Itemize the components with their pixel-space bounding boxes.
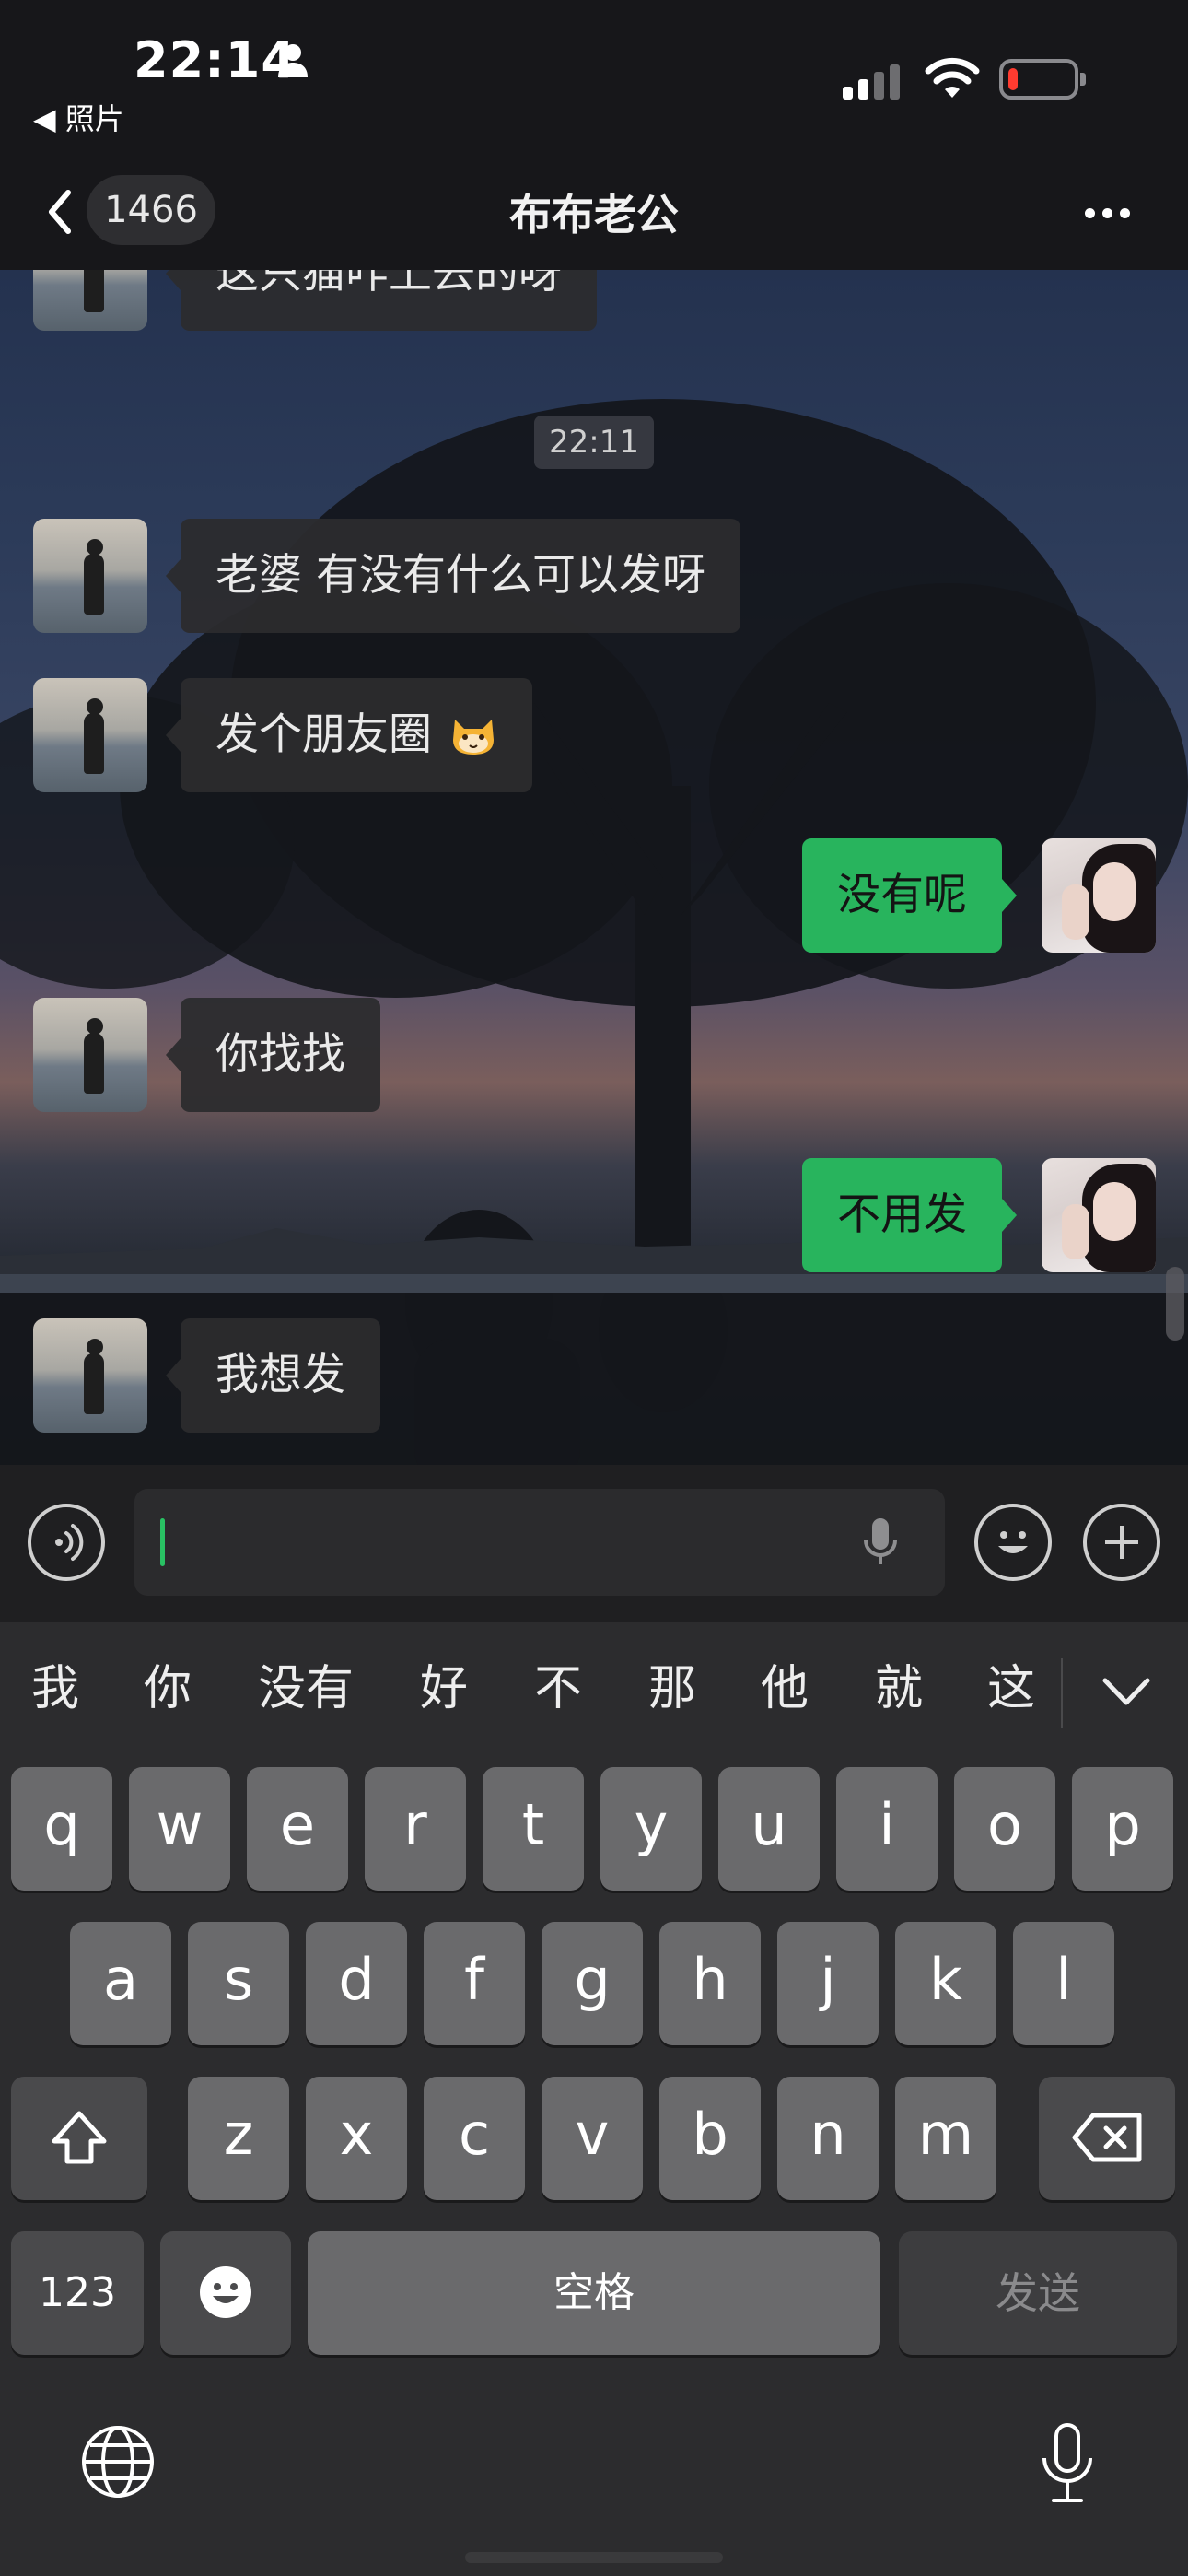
key-h[interactable]: h	[659, 1922, 761, 2045]
key-j[interactable]: j	[777, 1922, 879, 2045]
backspace-icon	[1072, 2113, 1142, 2162]
chevron-down-icon[interactable]	[1101, 1675, 1151, 1708]
contact-avatar[interactable]	[33, 678, 147, 792]
ellipsis-icon[interactable]	[1079, 193, 1135, 230]
key-r[interactable]: r	[365, 1767, 466, 1891]
key-c[interactable]: c	[424, 2077, 525, 2200]
voice-icon[interactable]	[28, 1504, 105, 1581]
plus-icon[interactable]	[1083, 1504, 1160, 1581]
microphone-icon[interactable]	[862, 1516, 899, 1570]
message-bubble-incoming[interactable]: 你找找	[166, 998, 380, 1112]
key-t[interactable]: t	[483, 1767, 584, 1891]
message-bubble-incoming[interactable]: 我想发	[166, 1318, 380, 1433]
key-z[interactable]: z	[188, 2077, 289, 2200]
key-f[interactable]: f	[424, 1922, 525, 2045]
candidate-word[interactable]: 我	[31, 1649, 79, 1718]
key-y[interactable]: y	[600, 1767, 702, 1891]
message-bubble-outgoing[interactable]: 不用发	[802, 1158, 1017, 1272]
contact-avatar[interactable]	[33, 998, 147, 1112]
battery-icon	[999, 59, 1086, 100]
shift-icon	[52, 2111, 107, 2164]
key-q[interactable]: q	[11, 1767, 112, 1891]
key-d[interactable]: d	[306, 1922, 407, 2045]
divider	[1061, 1658, 1063, 1728]
key-m[interactable]: m	[895, 2077, 996, 2200]
candidate-word[interactable]: 就	[875, 1649, 923, 1718]
key-n[interactable]: n	[777, 2077, 879, 2200]
user-avatar[interactable]	[1042, 1158, 1156, 1272]
key-l[interactable]: l	[1013, 1922, 1114, 2045]
chat-message-list[interactable]: 这只猫咋上去的呀 22:11 老婆 有没有什么可以发呀 发个朋友圈 没有呢 你找…	[0, 270, 1188, 1465]
key-k[interactable]: k	[895, 1922, 996, 2045]
contact-avatar[interactable]	[33, 519, 147, 633]
scrollbar[interactable]	[1166, 1267, 1184, 1341]
status-bar: 22:14 ◀ 照片	[0, 0, 1188, 152]
candidate-word[interactable]: 不	[534, 1649, 582, 1718]
key-x[interactable]: x	[306, 2077, 407, 2200]
contact-avatar[interactable]	[33, 1318, 147, 1433]
key-i[interactable]: i	[836, 1767, 938, 1891]
key-w[interactable]: w	[129, 1767, 230, 1891]
user-avatar[interactable]	[1042, 838, 1156, 953]
microphone-icon[interactable]	[1039, 2421, 1096, 2506]
space-key[interactable]: 空格	[308, 2231, 880, 2355]
emoji-icon[interactable]	[974, 1504, 1052, 1581]
key-a[interactable]: a	[70, 1922, 171, 2045]
key-v[interactable]: v	[542, 2077, 643, 2200]
send-key[interactable]: 发送	[899, 2231, 1177, 2355]
candidate-word[interactable]: 好	[420, 1649, 468, 1718]
candidate-word[interactable]: 他	[761, 1649, 809, 1718]
text-cursor	[160, 1518, 165, 1566]
message-input[interactable]	[134, 1489, 945, 1596]
key-b[interactable]: b	[659, 2077, 761, 2200]
home-indicator[interactable]	[465, 2552, 723, 2563]
contact-avatar[interactable]	[33, 270, 147, 331]
key-u[interactable]: u	[718, 1767, 820, 1891]
candidate-word[interactable]: 没有	[258, 1649, 354, 1718]
message-bubble-incoming[interactable]: 老婆 有没有什么可以发呀	[166, 519, 740, 633]
message-text: 发个朋友圈	[215, 709, 432, 760]
message-bubble-incoming[interactable]: 这只猫咋上去的呀	[166, 270, 597, 331]
backspace-key[interactable]	[1039, 2077, 1175, 2200]
shift-key[interactable]	[11, 2077, 147, 2200]
key-s[interactable]: s	[188, 1922, 289, 2045]
candidate-word[interactable]: 那	[648, 1649, 696, 1718]
emoji-icon	[200, 2266, 251, 2318]
keyboard: 我 你 没有 好 不 那 他 就 这 q w e r t y u i o p a…	[0, 1622, 1188, 2576]
message-bubble-outgoing[interactable]: 没有呢	[802, 838, 1017, 953]
message-input-bar	[0, 1465, 1188, 1622]
wifi-icon	[925, 57, 980, 98]
globe-icon[interactable]	[79, 2423, 157, 2500]
message-bubble-incoming[interactable]: 发个朋友圈	[166, 678, 532, 792]
key-p[interactable]: p	[1072, 1767, 1173, 1891]
numbers-key[interactable]: 123	[11, 2231, 144, 2355]
emoji-key[interactable]	[160, 2231, 291, 2355]
candidate-word[interactable]: 你	[144, 1649, 192, 1718]
message-timestamp: 22:11	[534, 416, 654, 469]
candidate-bar: 我 你 没有 好 不 那 他 就 这	[0, 1622, 1188, 1751]
cat-face-icon	[452, 719, 494, 755]
key-g[interactable]: g	[542, 1922, 643, 2045]
back-to-app-link[interactable]: ◀ 照片	[33, 96, 124, 138]
key-o[interactable]: o	[954, 1767, 1055, 1891]
chat-title: 布布老公	[509, 190, 679, 240]
person-icon	[278, 44, 308, 77]
chat-header: 1466 布布老公	[0, 152, 1188, 270]
key-e[interactable]: e	[247, 1767, 348, 1891]
candidate-word[interactable]: 这	[987, 1649, 1035, 1718]
status-time: 22:14	[134, 31, 297, 89]
cellular-signal-icon	[843, 64, 900, 100]
